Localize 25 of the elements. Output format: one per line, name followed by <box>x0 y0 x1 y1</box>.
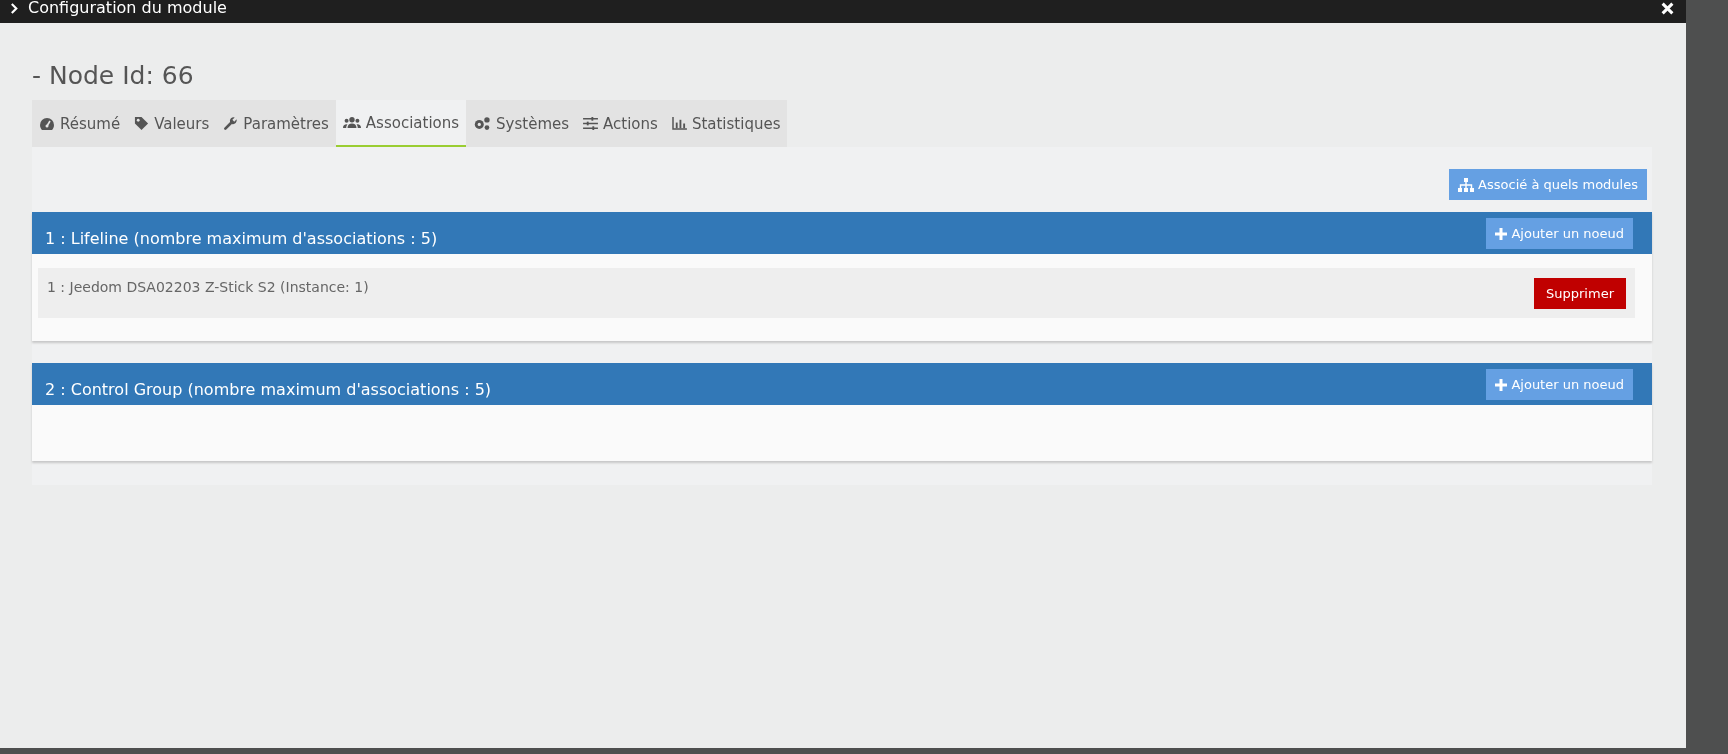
gauge-icon <box>39 116 55 131</box>
chevron-icon <box>10 3 19 14</box>
sitemap-icon <box>1458 177 1475 192</box>
plus-icon <box>1495 378 1508 391</box>
tab[interactable]: Valeurs <box>127 100 217 147</box>
node-label: 1 : Jeedom DSA02203 Z-Stick S2 (Instance: 1) <box>47 279 369 295</box>
bar-chart-icon <box>671 117 687 130</box>
tab[interactable]: Paramètres <box>216 100 336 147</box>
group-title: 2 : Control Group (nombre maximum d'associations : 5) <box>45 382 492 398</box>
tab[interactable]: Systèmes <box>466 100 577 147</box>
window-title: Configuration du module <box>28 0 228 17</box>
users-icon <box>342 116 361 129</box>
tag-icon <box>134 116 150 131</box>
gears-icon <box>473 116 492 131</box>
page-heading: - Node Id: 66 <box>32 61 195 91</box>
tab[interactable]: Résumé <box>32 100 128 147</box>
group-title: 1 : Lifeline (nombre maximum d'associations : 5) <box>45 231 438 247</box>
wrench-icon <box>223 116 239 131</box>
delete-button[interactable]: Supprimer <box>1534 278 1626 309</box>
tab[interactable]: Statistiques <box>664 100 788 147</box>
plus-icon <box>1495 227 1508 240</box>
sliders-icon <box>583 117 599 130</box>
tab[interactable]: Actions <box>576 100 665 147</box>
close-icon[interactable] <box>1661 2 1674 15</box>
tab[interactable]: Associations <box>335 100 467 147</box>
